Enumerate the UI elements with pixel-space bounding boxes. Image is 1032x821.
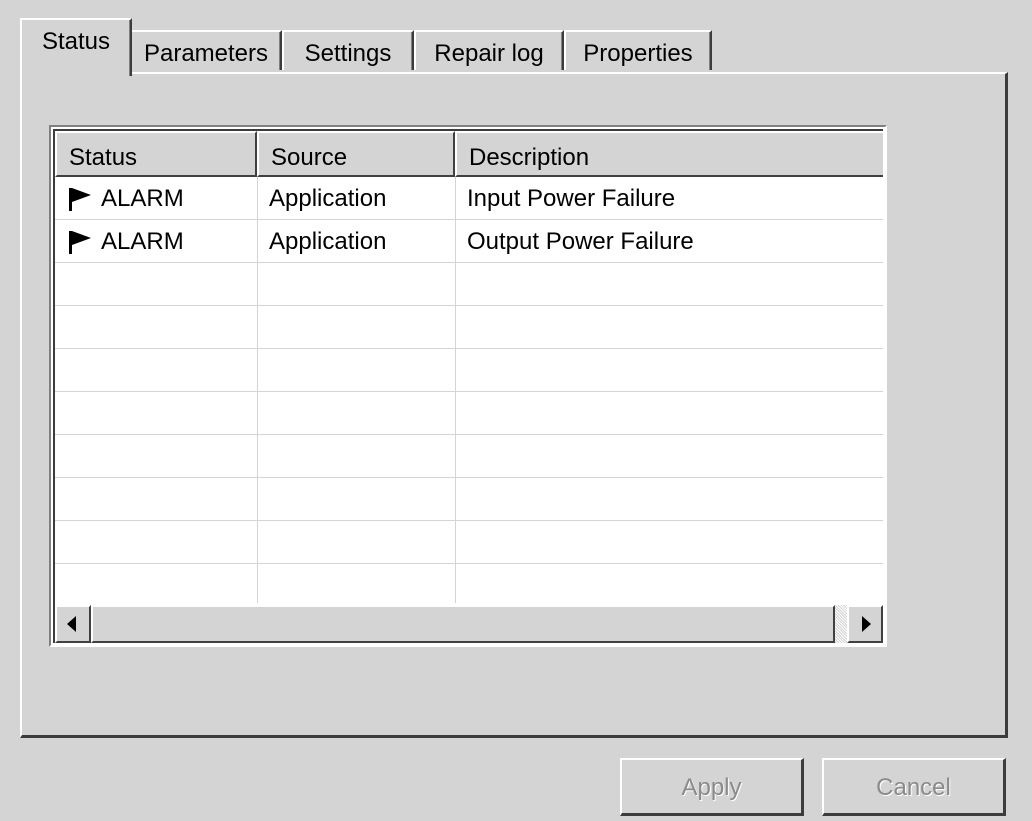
- flag-icon: [67, 230, 93, 261]
- empty-row: [55, 349, 883, 392]
- empty-row: [55, 564, 883, 607]
- apply-button[interactable]: Apply: [620, 758, 804, 816]
- flag-icon: [67, 187, 93, 218]
- description-cell: Input Power Failure: [467, 185, 676, 212]
- tab-properties[interactable]: Properties: [564, 30, 712, 70]
- arrow-left-icon: [67, 616, 76, 632]
- empty-row: [55, 306, 883, 349]
- status-list-view[interactable]: Status Source Description ALARM Applicat…: [49, 125, 887, 647]
- status-cell: ALARM: [65, 177, 255, 219]
- scroll-left-button[interactable]: [55, 605, 91, 643]
- empty-row: [55, 521, 883, 564]
- status-text: ALARM: [101, 228, 184, 255]
- empty-row: [55, 392, 883, 435]
- column-header-source[interactable]: Source: [257, 131, 455, 177]
- list-header: Status Source Description: [55, 131, 883, 177]
- table-row[interactable]: ALARM Application Output Power Failure: [55, 220, 883, 263]
- tab-parameters[interactable]: Parameters: [130, 30, 282, 70]
- list-rows: ALARM Application Input Power Failure AL…: [55, 177, 883, 607]
- description-cell: Output Power Failure: [467, 228, 694, 255]
- status-cell: ALARM: [65, 220, 255, 262]
- column-header-description[interactable]: Description: [455, 131, 883, 177]
- horizontal-scrollbar[interactable]: [55, 605, 883, 643]
- empty-row: [55, 263, 883, 306]
- tab-repair-log[interactable]: Repair log: [414, 30, 564, 70]
- table-row[interactable]: ALARM Application Input Power Failure: [55, 177, 883, 220]
- column-header-status[interactable]: Status: [55, 131, 257, 177]
- empty-row: [55, 478, 883, 521]
- arrow-right-icon: [862, 616, 871, 632]
- tab-settings[interactable]: Settings: [282, 30, 414, 70]
- empty-row: [55, 435, 883, 478]
- source-cell: Application: [269, 185, 387, 212]
- tab-status[interactable]: Status: [20, 18, 132, 76]
- status-text: ALARM: [101, 185, 184, 212]
- scroll-thumb[interactable]: [91, 605, 835, 643]
- source-cell: Application: [269, 228, 387, 255]
- cancel-button[interactable]: Cancel: [822, 758, 1006, 816]
- scroll-right-button[interactable]: [847, 605, 883, 643]
